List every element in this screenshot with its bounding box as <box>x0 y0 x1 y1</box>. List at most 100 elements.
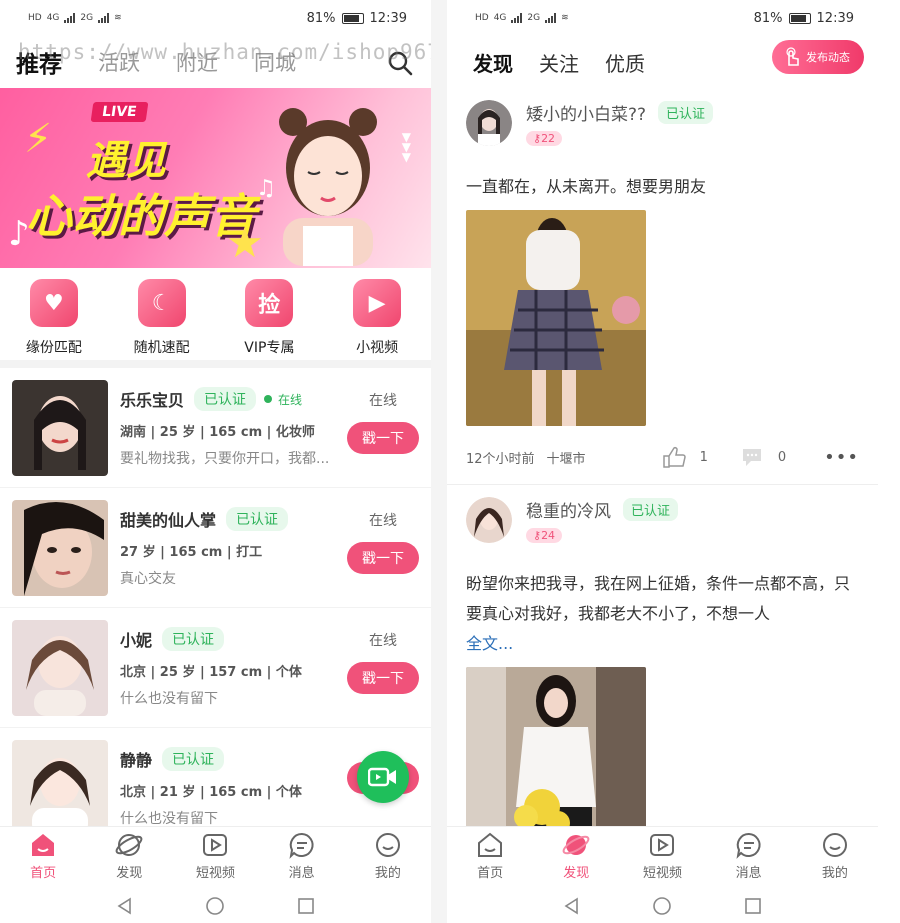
user-status: 在线 <box>369 513 397 529</box>
level-value: 24 <box>541 529 556 542</box>
live-badge: LIVE <box>90 102 148 122</box>
post-city: 十堰市 <box>546 451 586 467</box>
nav-me[interactable]: 我的 <box>800 831 870 881</box>
read-more-link[interactable]: 全文... <box>466 634 513 653</box>
hd-label: HD <box>475 13 489 23</box>
user-row[interactable]: 乐乐宝贝 已认证 在线 湖南 | 25 岁 | 165 cm | 化妆师 要礼物… <box>0 368 431 488</box>
more-icon[interactable]: ••• <box>824 447 859 468</box>
section-divider <box>0 360 431 368</box>
back-icon[interactable] <box>563 897 581 915</box>
planet-icon <box>115 833 143 856</box>
like-icon[interactable] <box>662 446 686 468</box>
poke-button[interactable]: 戳一下 <box>347 662 419 694</box>
feature-grid: ♥ 缘份匹配 ☾ 随机速配 捡 VIP专属 ▶ 小视频 <box>0 268 431 360</box>
hd-label: HD <box>28 13 42 23</box>
clock: 12:39 <box>369 10 407 26</box>
lightning-icon: ⚡ <box>24 116 53 162</box>
tab-quality[interactable]: 优质 <box>605 48 645 77</box>
planet-icon <box>562 834 590 855</box>
feed-post[interactable]: 矮小的小白菜?? 已认证 ⚷22 一直都在，从未离开。想要男朋友 12个小时前 … <box>447 88 878 484</box>
user-name: 小妮 <box>120 631 153 650</box>
nav-label: 首页 <box>30 865 57 881</box>
promo-banner[interactable]: ⚡ LIVE 遇见 心动的声音 ♪ ♫ ★ ▼ ▼ ▼ <box>0 88 431 268</box>
feature-match[interactable]: ♥ 缘份匹配 <box>6 279 102 357</box>
nav-label: 发现 <box>563 865 590 881</box>
home-circle-icon[interactable] <box>652 896 672 916</box>
user-name: 静静 <box>120 751 153 770</box>
system-nav <box>0 888 431 923</box>
nav-label: 发现 <box>116 865 143 881</box>
battery-icon <box>341 12 364 24</box>
banner-line2: 心动的声音 <box>26 189 256 243</box>
user-avatar <box>12 619 108 716</box>
video-camera-icon <box>368 767 396 787</box>
video-call-button[interactable] <box>357 751 409 803</box>
user-avatar <box>12 499 108 596</box>
like-count: 1 <box>699 449 708 465</box>
user-name: 乐乐宝贝 <box>120 391 185 410</box>
publish-button[interactable]: 发布动态 <box>772 40 864 74</box>
tab-follow[interactable]: 关注 <box>539 48 579 77</box>
bottom-nav: 首页 发现 短视频 消息 我的 <box>447 826 878 884</box>
signal-indicators: HD 4G 2G ≋ <box>475 13 569 23</box>
post-photo[interactable] <box>466 210 646 426</box>
comment-icon[interactable] <box>740 446 764 468</box>
home-icon <box>478 832 503 857</box>
heart-icon: ♥ <box>29 279 78 327</box>
comment-count: 0 <box>777 449 787 465</box>
nav-home[interactable]: 首页 <box>455 831 525 881</box>
online-label: 在线 <box>278 392 303 407</box>
signal-2g: 2G <box>527 13 541 23</box>
nav-short-video[interactable]: 短视频 <box>180 831 250 881</box>
user-row[interactable]: 甜美的仙人掌 已认证 27 岁 | 165 cm | 打工 真心交友 在线 戳一… <box>0 488 431 608</box>
smile-icon <box>822 832 847 857</box>
signal-indicators: HD 4G 2G ≋ <box>28 13 122 23</box>
signal-4g: 4G <box>46 13 60 23</box>
level-value: 22 <box>541 132 556 145</box>
feature-short-video[interactable]: ▶ 小视频 <box>329 279 425 357</box>
poke-button[interactable]: 戳一下 <box>347 542 419 574</box>
back-icon[interactable] <box>116 897 134 915</box>
watermark: https://www.huzhan.com/ishop9677 <box>18 40 431 64</box>
user-name: 甜美的仙人掌 <box>120 511 217 530</box>
feature-random[interactable]: ☾ 随机速配 <box>114 279 210 357</box>
battery-icon <box>788 12 811 24</box>
nav-discover[interactable]: 发现 <box>541 831 611 881</box>
nav-discover[interactable]: 发现 <box>94 831 164 881</box>
nav-home[interactable]: 首页 <box>8 831 78 881</box>
nav-messages[interactable]: 消息 <box>267 831 337 881</box>
nav-messages[interactable]: 消息 <box>714 831 784 881</box>
nav-label: 我的 <box>821 865 848 881</box>
verified-badge: 已认证 <box>658 101 714 124</box>
tab-discover[interactable]: 发现 <box>473 48 513 77</box>
post-author[interactable]: 矮小的小白菜?? <box>526 100 646 125</box>
nav-me[interactable]: 我的 <box>353 831 423 881</box>
post-avatar[interactable] <box>466 497 512 543</box>
feature-vip[interactable]: 捡 VIP专属 <box>221 279 317 357</box>
bottom-nav: 首页 发现 短视频 消息 我的 <box>0 826 431 884</box>
feature-label: 小视频 <box>356 340 399 356</box>
discover-tabs: 发现 关注 优质 发布动态 <box>447 36 878 88</box>
user-status: 在线 <box>369 393 397 409</box>
home-icon <box>32 833 55 856</box>
signal-bars-icon <box>98 13 110 23</box>
home-circle-icon[interactable] <box>205 896 225 916</box>
post-text: 盼望你来把我寻，我在网上征婚，条件一点都不高，只要真心对我好，我都老大不小了，不… <box>466 569 859 659</box>
key-icon: ⚷ <box>533 132 542 145</box>
user-desc: 要礼物找我，只要你开口，我都... <box>120 451 330 467</box>
vip-icon: 捡 <box>245 279 294 327</box>
battery-percent: 81% <box>753 10 783 26</box>
recents-icon[interactable] <box>744 897 762 915</box>
nav-short-video[interactable]: 短视频 <box>627 831 697 881</box>
poke-button[interactable]: 戳一下 <box>347 422 419 454</box>
wifi-icon: ≋ <box>114 13 122 23</box>
signal-bars-icon <box>545 13 557 23</box>
moon-icon: ☾ <box>137 279 186 327</box>
verified-badge: 已认证 <box>194 387 257 411</box>
recents-icon[interactable] <box>297 897 315 915</box>
post-author[interactable]: 稳重的冷风 <box>526 497 611 522</box>
user-row[interactable]: 小妮 已认证 北京 | 25 岁 | 157 cm | 个体 什么也没有留下 在… <box>0 608 431 728</box>
smile-icon <box>375 832 400 857</box>
post-avatar[interactable] <box>466 100 512 146</box>
nav-label: 我的 <box>374 865 401 881</box>
